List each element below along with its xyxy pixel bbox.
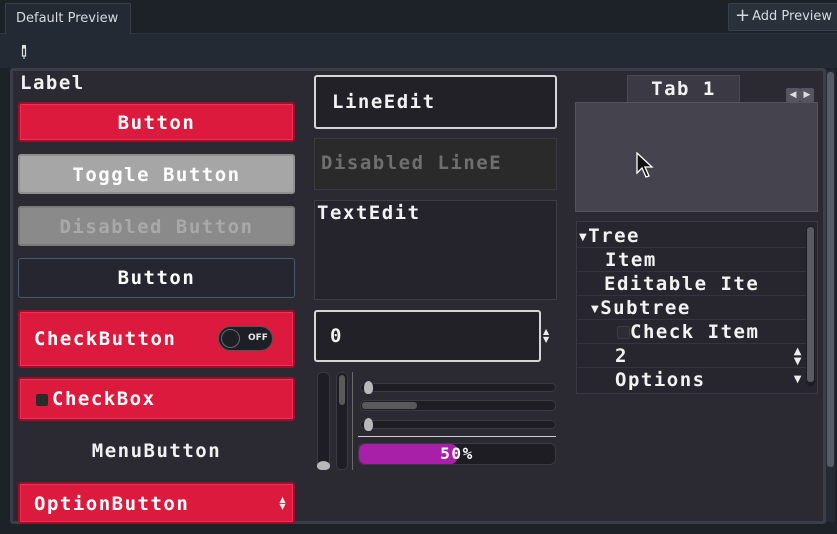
disabled-line-edit-text: Disabled LineE: [321, 152, 503, 174]
checkbox-control[interactable]: CheckBox: [18, 377, 295, 421]
line-edit[interactable]: LineEdit: [314, 75, 557, 129]
tree-item-label: Item: [605, 249, 657, 271]
tree-row-root[interactable]: ▼Tree: [577, 224, 807, 248]
tab-scroll-left-icon[interactable]: ◀: [786, 88, 800, 102]
toggle-switch[interactable]: OFF: [218, 326, 273, 351]
tree-row-subtree[interactable]: ▼Subtree: [577, 296, 807, 320]
tree-check-item-label: Check Item: [630, 321, 760, 343]
menu-button[interactable]: MenuButton: [18, 432, 295, 472]
collapse-arrow-icon[interactable]: ▼: [579, 232, 588, 243]
option-button[interactable]: OptionButton ▲ ▼: [18, 482, 295, 524]
tree-row-options[interactable]: Options ▼: [577, 368, 807, 392]
tab-default-preview[interactable]: Default Preview: [5, 3, 131, 34]
tab-default-preview-label: Default Preview: [16, 11, 119, 26]
scrollbar-thumb[interactable]: [362, 402, 417, 409]
tab-content-panel: [575, 102, 818, 212]
tree-options-label: Options: [615, 369, 706, 391]
toggle-button[interactable]: Toggle Button: [18, 154, 295, 194]
tab-scroll-arrows: ◀ ▶: [786, 82, 816, 102]
preview-toolbar: [0, 34, 837, 68]
button-control[interactable]: Button: [18, 102, 295, 142]
updown-arrows-icon: ▲ ▼: [279, 495, 287, 511]
option-button-label: OptionButton: [34, 493, 190, 515]
chevron-down-icon[interactable]: ▼: [794, 368, 803, 392]
add-preview-button[interactable]: + Add Preview: [728, 3, 837, 31]
tree-checkbox-icon[interactable]: [617, 326, 630, 339]
flat-button[interactable]: Button: [18, 258, 295, 298]
disabled-button: Disabled Button: [18, 206, 295, 246]
mouse-pointer-icon: [636, 152, 654, 178]
line-edit-text: LineEdit: [332, 91, 436, 113]
tree-row-item[interactable]: Item: [577, 248, 807, 272]
tree-subtree-label: Subtree: [600, 297, 691, 319]
slider-grabber[interactable]: [317, 461, 330, 470]
progress-bar: 50%: [358, 443, 556, 465]
preview-vertical-scrollbar[interactable]: [826, 70, 835, 522]
updown-arrows-icon[interactable]: ▲ ▼: [794, 347, 803, 367]
tree-editable-label: Editable Ite: [604, 273, 760, 295]
collapse-arrow-icon[interactable]: ▼: [591, 304, 600, 315]
checkbox-square-icon[interactable]: [36, 394, 48, 406]
check-button[interactable]: CheckButton OFF: [18, 310, 295, 368]
switch-state-label: OFF: [248, 333, 268, 343]
scrollbar-thumb[interactable]: [807, 227, 814, 382]
checkbox-label: CheckBox: [52, 388, 156, 410]
slider-grabber[interactable]: [364, 381, 373, 394]
tree-row-range[interactable]: 2 ▲ ▼: [577, 344, 807, 368]
tree-range-value: 2: [615, 345, 628, 367]
vertical-separator: [352, 372, 353, 470]
add-preview-label: Add Preview: [752, 9, 832, 24]
tree-vertical-scrollbar[interactable]: [806, 226, 815, 386]
tree-row-check-item[interactable]: Check Item: [577, 320, 807, 344]
scrollbar-thumb[interactable]: [827, 72, 834, 467]
bottom-edge: [0, 524, 837, 534]
tab-scroll-right-icon[interactable]: ▶: [800, 88, 814, 102]
color-picker-icon[interactable]: [18, 43, 30, 61]
scrollbar-thumb[interactable]: [339, 375, 345, 405]
tree-row-editable[interactable]: Editable Ite: [577, 272, 807, 296]
vertical-slider[interactable]: [317, 372, 330, 470]
plus-icon: +: [735, 5, 751, 26]
progress-label: 50%: [440, 444, 474, 463]
tab-1[interactable]: Tab 1: [627, 75, 740, 104]
spinbox[interactable]: 0: [314, 310, 541, 362]
tree-control[interactable]: ▼Tree Item Editable Ite ▼Subtree Check I…: [576, 221, 818, 394]
spinbox-arrows-icon[interactable]: ▲ ▼: [543, 328, 549, 344]
slider-grabber[interactable]: [364, 418, 373, 431]
horizontal-slider-2[interactable]: [360, 418, 556, 431]
tree-root-label: Tree: [588, 225, 640, 247]
spinbox-value: 0: [330, 325, 343, 347]
horizontal-scrollbar[interactable]: [360, 400, 556, 411]
text-edit-text: TextEdit: [317, 202, 421, 224]
vertical-scrollbar[interactable]: [336, 372, 348, 470]
check-button-label: CheckButton: [34, 328, 177, 350]
switch-knob: [221, 329, 240, 348]
horizontal-separator: [358, 436, 556, 437]
horizontal-slider[interactable]: [360, 381, 556, 394]
disabled-line-edit: Disabled LineE: [314, 138, 557, 190]
label-control: Label: [20, 72, 85, 94]
text-edit[interactable]: TextEdit: [314, 200, 557, 300]
